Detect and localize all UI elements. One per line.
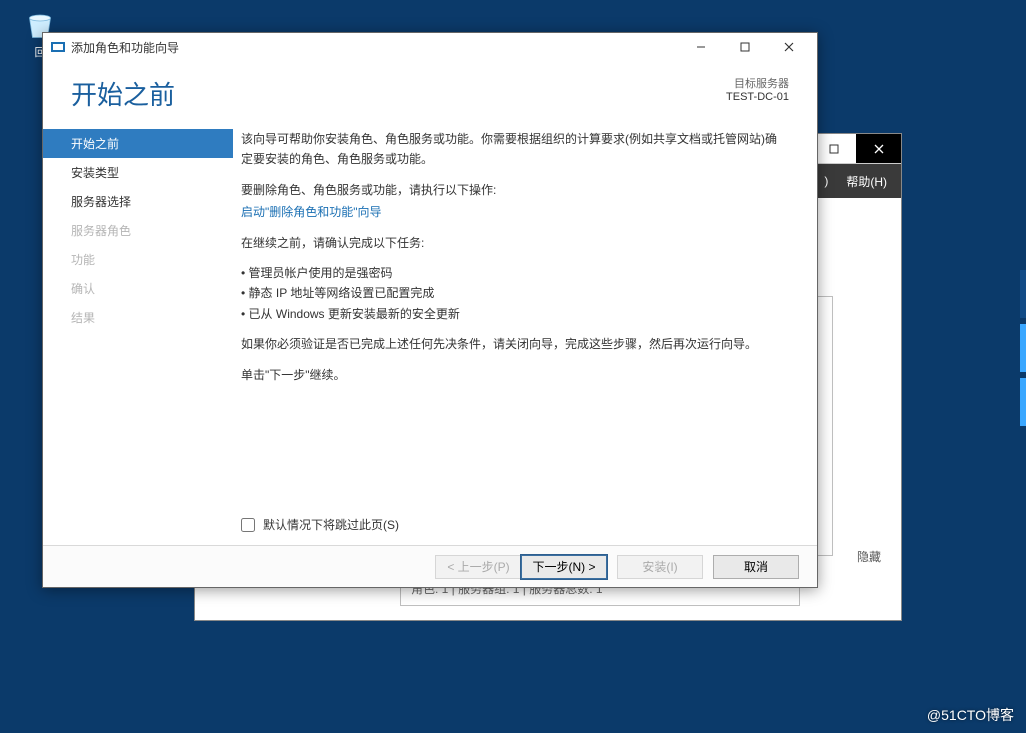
right-edge-accents [1020,270,1026,432]
content-para2: 要删除角色、角色服务或功能，请执行以下操作: [241,180,787,200]
nav-server-roles: 服务器角色 [43,216,233,245]
maximize-icon [740,42,750,52]
list-item: 已从 Windows 更新安装最新的安全更新 [241,304,787,324]
wizard-titlebar[interactable]: 添加角色和功能向导 [43,33,817,61]
maximize-icon [829,144,839,154]
remove-roles-link[interactable]: 启动"删除角色和功能"向导 [241,205,382,219]
cancel-button[interactable]: 取消 [713,555,799,579]
bg-hide-label[interactable]: 隐藏 [857,548,881,565]
next-button[interactable]: 下一步(N) > [521,555,607,579]
list-item: 管理员帐户使用的是强密码 [241,263,787,283]
bg-close-button[interactable] [856,134,901,163]
bg-menu-help[interactable]: 帮助(H) [846,173,887,190]
skip-page-row[interactable]: 默认情况下将跳过此页(S) [241,515,787,535]
close-icon [784,42,794,52]
content-para3: 在继续之前，请确认完成以下任务: [241,233,787,253]
target-server-label: 目标服务器 [726,75,789,91]
add-roles-wizard-window: 添加角色和功能向导 开始之前 目标服务器 TEST-DC-01 开始之前 安装类… [42,32,818,588]
nav-features: 功能 [43,245,233,274]
wizard-close-button[interactable] [767,33,811,61]
prev-button: < 上一步(P) [435,555,521,579]
wizard-title-text: 添加角色和功能向导 [71,39,179,56]
wizard-heading: 开始之前 [71,75,726,112]
minimize-icon [696,42,706,52]
install-button: 安装(I) [617,555,703,579]
nav-before-you-begin[interactable]: 开始之前 [43,129,233,158]
nav-server-selection[interactable]: 服务器选择 [43,187,233,216]
wizard-nav: 开始之前 安装类型 服务器选择 服务器角色 功能 确认 结果 [43,123,233,545]
target-server-name: TEST-DC-01 [726,91,789,103]
nav-results: 结果 [43,303,233,332]
content-para1: 该向导可帮助你安装角色、角色服务或功能。你需要根据组织的计算要求(例如共享文档或… [241,129,787,170]
nav-confirmation: 确认 [43,274,233,303]
nav-installation-type[interactable]: 安装类型 [43,158,233,187]
wizard-maximize-button[interactable] [723,33,767,61]
wizard-app-icon [51,40,65,54]
wizard-minimize-button[interactable] [679,33,723,61]
content-para5: 单击"下一步"继续。 [241,365,787,385]
wizard-content: 该向导可帮助你安装角色、角色服务或功能。你需要根据组织的计算要求(例如共享文档或… [233,123,817,545]
watermark: @51CTO博客 [927,705,1014,725]
skip-page-checkbox[interactable] [241,518,255,532]
list-item: 静态 IP 地址等网络设置已配置完成 [241,283,787,303]
prereq-list: 管理员帐户使用的是强密码 静态 IP 地址等网络设置已配置完成 已从 Windo… [241,263,787,324]
bg-menu-fragment: ) [824,174,828,188]
close-icon [874,144,884,154]
wizard-header: 开始之前 目标服务器 TEST-DC-01 [43,61,817,122]
skip-page-label: 默认情况下将跳过此页(S) [263,515,399,535]
content-para4: 如果你必须验证是否已完成上述任何先决条件，请关闭向导，完成这些步骤，然后再次运行… [241,334,787,354]
wizard-footer: < 上一步(P) 下一步(N) > 安装(I) 取消 [43,545,817,587]
